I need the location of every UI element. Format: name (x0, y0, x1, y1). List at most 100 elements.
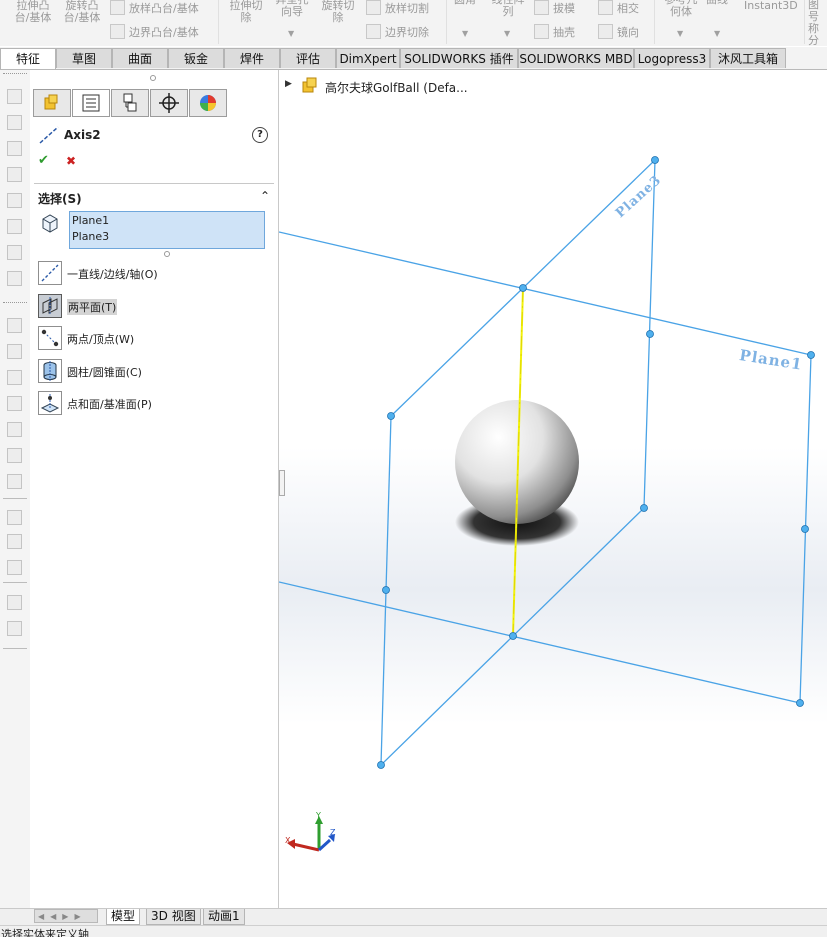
chevron-down-icon[interactable]: ▼ (714, 29, 720, 38)
chevron-down-icon[interactable]: ▼ (288, 29, 294, 38)
mirror-button[interactable]: 镜向 (598, 24, 639, 39)
configuration-manager-tab[interactable] (111, 89, 149, 117)
feature-tree-icon (44, 94, 58, 110)
splitter-handle[interactable] (150, 75, 156, 81)
box-icon[interactable] (7, 396, 22, 411)
property-manager: Axis2 ? ✔ ✖ 选择(S) ⌃ Plane1 Plane3 一直线/边线… (30, 70, 279, 908)
extrude-cut-button[interactable]: 拉伸切 除 (226, 0, 266, 24)
model-view (279, 156, 815, 852)
feature-manager-tab[interactable] (33, 89, 71, 117)
graphics-area[interactable]: ▶ 高尔夫球GolfBall (Defa... Plane1 Plane3 X … (279, 70, 827, 908)
draft-label: 拔模 (553, 2, 575, 15)
tab-mufeng-toolbox[interactable]: 沐风工具箱 (710, 48, 786, 68)
tab-sketch[interactable]: 草图 (56, 48, 112, 68)
divider (34, 183, 274, 184)
edit-icon[interactable] (7, 534, 22, 549)
draft-button[interactable]: 拔模 (534, 0, 575, 15)
tab-solidworks-addins[interactable]: SOLIDWORKS 插件 (400, 48, 518, 68)
triad-x-label: X (285, 836, 291, 845)
boundary-cut-label: 边界切除 (385, 26, 429, 39)
copy-icon[interactable] (7, 621, 22, 636)
list-item[interactable]: Plane1 (72, 214, 109, 227)
tab-logopress3[interactable]: Logopress3 (634, 48, 710, 68)
selection-list[interactable]: Plane1 Plane3 (69, 211, 265, 249)
tab-evaluate[interactable]: 评估 (280, 48, 336, 68)
help-button[interactable]: ? (252, 127, 268, 143)
instant3d-button[interactable]: Instant3D (744, 0, 798, 12)
revolve-cut-label: 旋转切 除 (321, 0, 355, 24)
cylinder-icon (38, 359, 62, 383)
loft-icon (110, 0, 125, 15)
revolve-cut-button[interactable]: 旋转切 除 (318, 0, 358, 24)
chevron-down-icon[interactable]: ▼ (677, 29, 683, 38)
resize-handle[interactable] (164, 251, 170, 257)
box-icon[interactable] (7, 448, 22, 463)
copy-icon[interactable] (7, 595, 22, 610)
box-icon[interactable] (7, 318, 22, 333)
section-title[interactable]: 选择(S) (38, 190, 82, 207)
reference-geometry-button[interactable]: 参考几 何体 (660, 0, 702, 18)
text-icon[interactable] (7, 167, 22, 182)
box-icon[interactable] (7, 370, 22, 385)
ok-button[interactable]: ✔ (38, 153, 49, 168)
text-icon[interactable] (7, 89, 22, 104)
tab-sheet-metal[interactable]: 钣金 (168, 48, 224, 68)
copy-icon[interactable] (7, 219, 22, 234)
tab-3d-view[interactable]: 3D 视图 (146, 909, 201, 925)
text-icon[interactable] (7, 193, 22, 208)
linear-pattern-button[interactable]: 线性阵 列 (488, 0, 528, 18)
loft-cut-button[interactable]: 放样切割 (366, 0, 429, 15)
mirror-label: 镜向 (617, 26, 639, 39)
tab-label: 沐风工具箱 (717, 52, 778, 66)
tab-dimxpert[interactable]: DimXpert (336, 48, 400, 68)
chevron-up-icon[interactable]: ⌃ (260, 189, 270, 203)
tab-label: SOLIDWORKS MBD (519, 52, 633, 66)
select-icon[interactable] (7, 510, 22, 525)
pattern-icon[interactable] (7, 245, 22, 260)
toolbar-divider (3, 582, 27, 584)
toolbar-divider (3, 73, 27, 75)
chevron-down-icon[interactable]: ▼ (504, 29, 510, 38)
link-icon[interactable] (7, 271, 22, 286)
export-icon[interactable] (7, 560, 22, 575)
tab-animation1[interactable]: 动画1 (203, 909, 245, 925)
boundary-boss-button[interactable]: 边界凸台/基体 (110, 24, 199, 39)
tab-solidworks-mbd[interactable]: SOLIDWORKS MBD (518, 48, 634, 68)
list-item[interactable]: Plane3 (72, 230, 109, 243)
fillet-button[interactable]: 圆角 (454, 0, 476, 6)
chevron-down-icon[interactable]: ▼ (462, 29, 468, 38)
toolbar-divider (3, 498, 27, 500)
tab-features[interactable]: 特征 (0, 48, 56, 69)
shell-button[interactable]: 抽壳 (534, 24, 575, 39)
tab-scroll-buttons[interactable]: ◀◀▶▶ (34, 909, 98, 923)
line-icon (38, 261, 62, 285)
loft-boss-button[interactable]: 放样凸台/基体 (110, 0, 199, 15)
tab-weldments[interactable]: 焊件 (224, 48, 280, 68)
display-manager-tab[interactable] (189, 89, 227, 117)
revolve-boss-button[interactable]: 旋转凸 台/基体 (60, 0, 104, 24)
box-icon[interactable] (7, 474, 22, 489)
tab-label: 特征 (15, 52, 40, 66)
dimxpert-manager-tab[interactable] (150, 89, 188, 117)
triad-z-label: Z (330, 828, 336, 837)
property-manager-tab[interactable] (72, 89, 110, 117)
curves-button[interactable]: 曲线 (706, 0, 728, 6)
point-face-icon (38, 391, 62, 415)
hole-wizard-button[interactable]: 异型孔 向导 (272, 0, 312, 18)
model-tabs-bar: ◀◀▶▶ 模型 3D 视图 动画1 (0, 908, 827, 925)
intersect-button[interactable]: 相交 (598, 0, 639, 15)
text-icon[interactable] (7, 115, 22, 130)
extrude-boss-button[interactable]: 拉伸凸 台/基体 (12, 0, 54, 24)
drawing-number-button[interactable]: 图号 称分 (808, 0, 827, 47)
option-label: 点和面/基准面(P) (67, 398, 152, 411)
drawing-number-label: 图号 称分 (808, 0, 819, 47)
boundary-cut-button[interactable]: 边界切除 (366, 24, 429, 39)
box-icon[interactable] (7, 422, 22, 437)
loft-cut-icon (366, 0, 381, 15)
reference-entity-icon (42, 214, 58, 233)
tab-surfaces[interactable]: 曲面 (112, 48, 168, 68)
text-icon[interactable] (7, 141, 22, 156)
cancel-button[interactable]: ✖ (66, 154, 76, 168)
box-icon[interactable] (7, 344, 22, 359)
tab-model[interactable]: 模型 (106, 909, 141, 925)
